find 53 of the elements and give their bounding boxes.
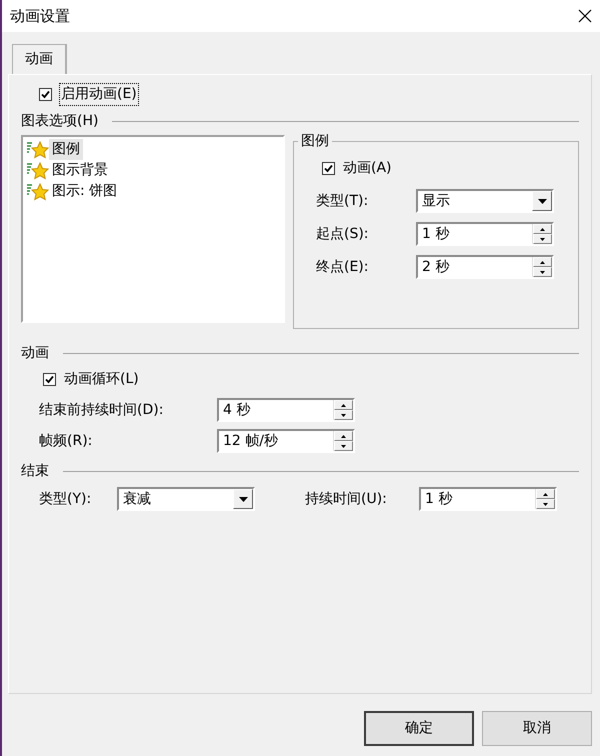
spin-field[interactable]: 1 秒	[419, 487, 557, 511]
section-heading: 结束	[21, 462, 49, 480]
dropdown-arrow-icon[interactable]	[538, 198, 546, 204]
dropdown-arrow-icon[interactable]	[238, 496, 248, 502]
spin-down-icon[interactable]	[540, 270, 545, 274]
spin-field[interactable]: 4 秒	[217, 398, 355, 422]
field-label: 起点(S):	[316, 224, 370, 244]
tab[interactable]: 动画	[12, 44, 67, 74]
list-item[interactable]: 图示背景	[49, 160, 111, 181]
field-label: 终点(E):	[316, 258, 370, 276]
checkbox-label[interactable]: 动画循环(L)	[64, 369, 139, 390]
checkbox[interactable]	[322, 162, 335, 175]
dialog-button[interactable]: 确定	[364, 711, 474, 746]
section-heading: 图表选项(H)	[21, 112, 98, 130]
spin-up-icon[interactable]	[543, 492, 548, 496]
star-icon	[27, 162, 49, 180]
star-icon	[27, 182, 49, 200]
spin-down-icon[interactable]	[341, 444, 346, 448]
spin-up-icon[interactable]	[540, 228, 545, 230]
spin-field[interactable]: 2 秒	[416, 255, 554, 279]
field-value: 2 秒	[422, 258, 450, 277]
spin-up-icon[interactable]	[540, 260, 545, 264]
spin-up-icon[interactable]	[341, 404, 346, 406]
spin-down-icon[interactable]	[540, 238, 545, 240]
list-item[interactable]: 图例	[49, 139, 83, 160]
checkbox[interactable]	[39, 88, 52, 100]
checkbox[interactable]	[43, 373, 56, 386]
dialog-button[interactable]: 取消	[482, 711, 592, 746]
close-icon[interactable]	[578, 9, 592, 23]
checkbox-label[interactable]: 动画(A)	[343, 158, 392, 179]
spin-up-icon[interactable]	[341, 434, 346, 438]
spin-field[interactable]: 12 帧/秒	[217, 429, 355, 453]
field-value: 4 秒	[223, 401, 252, 420]
section-heading: 动画	[21, 344, 49, 362]
field-label: 持续时间(U):	[305, 490, 388, 508]
field-label: 帧频(R):	[39, 432, 94, 450]
list-item[interactable]: 图示: 饼图	[49, 181, 120, 202]
dropdown-field[interactable]: 显示	[416, 189, 554, 213]
field-value: 12 帧/秒	[223, 432, 279, 451]
star-icon	[27, 140, 49, 158]
checkbox-label[interactable]: 启用动画(E)	[60, 84, 138, 104]
spin-down-icon[interactable]	[341, 414, 346, 416]
field-label: 类型(Y):	[39, 490, 92, 508]
spin-field[interactable]: 1 秒	[416, 222, 554, 246]
field-value: 显示	[422, 192, 451, 211]
field-value: 1 秒	[425, 490, 454, 509]
field-value: 衰减	[123, 490, 152, 509]
spin-down-icon[interactable]	[543, 502, 548, 506]
field-label: 类型(T):	[316, 192, 370, 210]
window-title: 动画设置	[10, 6, 70, 27]
dropdown-field[interactable]: 衰减	[117, 487, 255, 511]
field-value: 1 秒	[422, 225, 450, 244]
field-label: 结束前持续时间(D):	[39, 400, 164, 420]
